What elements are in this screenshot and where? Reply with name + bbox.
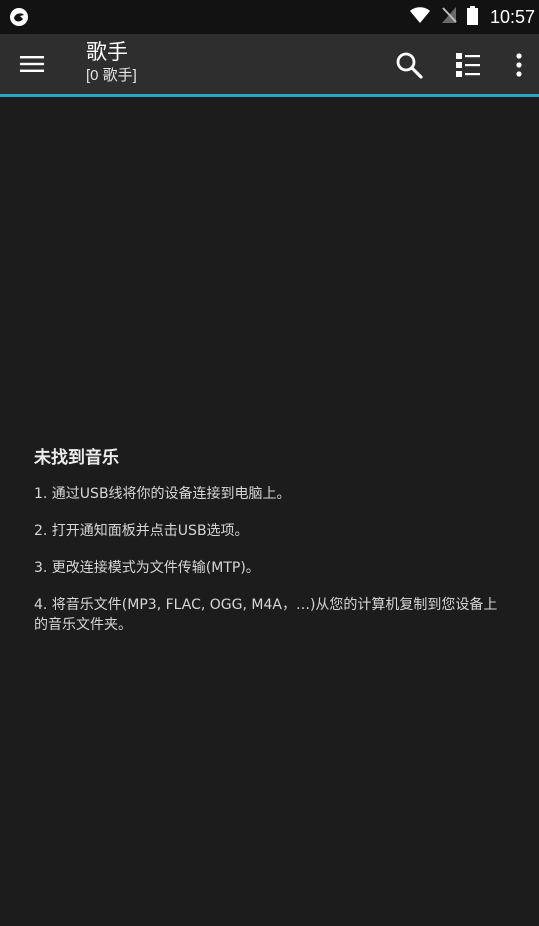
battery-icon [466,5,478,29]
instruction-step-4: 4. 将音乐文件(MP3, FLAC, OGG, M4A，…)从您的计算机复制到… [34,597,498,633]
artist-list-area[interactable]: 未找到音乐 1. 通过USB线将你的设备连接到电脑上。 2. 打开通知面板并点击… [0,97,539,926]
status-time: 10:57 [489,6,535,27]
list-view-icon[interactable] [453,50,483,80]
status-bar: 10:57 [0,0,539,34]
app-bar: 歌手 [0 歌手] [0,34,539,94]
empty-state: 未找到音乐 1. 通过USB线将你的设备连接到电脑上。 2. 打开通知面板并点击… [34,443,509,652]
wifi-icon [409,6,431,28]
artist-count: [0 歌手] [86,67,137,84]
search-icon[interactable] [394,50,424,80]
instruction-step-1: 1. 通过USB线将你的设备连接到电脑上。 [34,486,291,502]
empty-state-title: 未找到音乐 [34,448,119,468]
no-signal-icon [441,6,457,28]
app-notification-icon [9,7,29,27]
instruction-step-2: 2. 打开通知面板并点击USB选项。 [34,523,249,539]
instruction-step-3: 3. 更改连接模式为文件传输(MTP)。 [34,560,260,576]
page-title: 歌手 [86,40,128,64]
hamburger-menu-icon[interactable] [18,50,46,78]
more-options-icon[interactable] [505,50,535,80]
status-icons: 10:57 [409,5,535,29]
title-block: 歌手 [0 歌手] [86,38,137,86]
